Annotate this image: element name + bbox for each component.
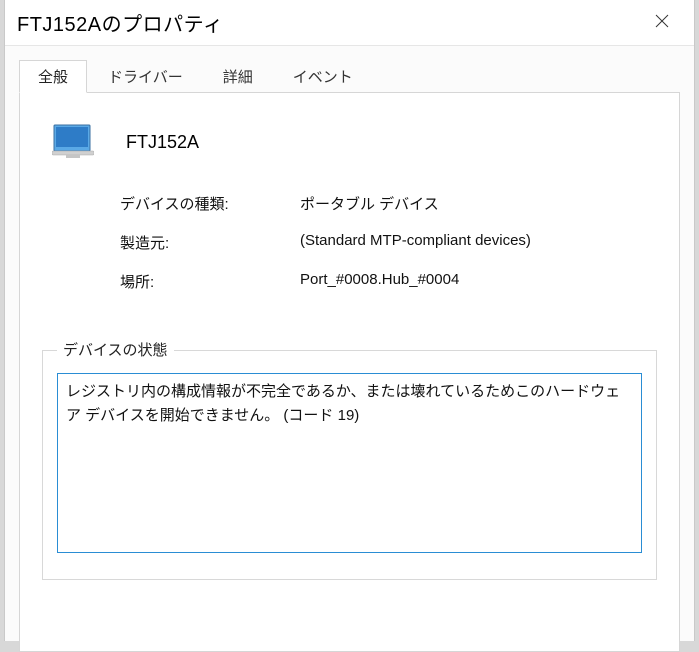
window-title: FTJ152Aのプロパティ (17, 8, 642, 37)
info-value-manufacturer: (Standard MTP-compliant devices) (300, 232, 659, 253)
info-row-manufacturer: 製造元: (Standard MTP-compliant devices) (120, 232, 659, 253)
device-info-grid: デバイスの種類: ポータブル デバイス 製造元: (Standard MTP-c… (20, 183, 679, 340)
tab-driver[interactable]: ドライバー (89, 60, 202, 93)
info-value-location: Port_#0008.Hub_#0004 (300, 271, 659, 292)
tab-panel-general: FTJ152A デバイスの種類: ポータブル デバイス 製造元: (Standa… (19, 92, 680, 652)
tab-label: イベント (293, 69, 353, 86)
tab-label: 全般 (38, 69, 68, 86)
tab-general[interactable]: 全般 (19, 60, 87, 93)
tab-strip: 全般 ドライバー 詳細 イベント (19, 60, 680, 92)
info-label-manufacturer: 製造元: (120, 232, 300, 253)
client-area: 全般 ドライバー 詳細 イベント (5, 46, 694, 641)
tab-label: 詳細 (223, 69, 253, 86)
info-label-type: デバイスの種類: (120, 193, 300, 214)
device-status-group: デバイスの状態 (42, 350, 657, 580)
tab-events[interactable]: イベント (274, 60, 372, 93)
info-label-location: 場所: (120, 271, 300, 292)
device-status-legend: デバイスの状態 (57, 339, 174, 360)
device-header: FTJ152A (20, 93, 679, 183)
info-value-type: ポータブル デバイス (300, 193, 659, 214)
device-status-textarea[interactable] (57, 373, 642, 553)
tab-details[interactable]: 詳細 (204, 60, 272, 93)
device-name: FTJ152A (126, 132, 199, 153)
info-row-location: 場所: Port_#0008.Hub_#0004 (120, 271, 659, 292)
titlebar: FTJ152Aのプロパティ (5, 0, 694, 46)
close-icon (655, 12, 669, 33)
properties-dialog: FTJ152Aのプロパティ 全般 ドライバー 詳細 イベント (4, 0, 695, 641)
close-button[interactable] (642, 3, 682, 43)
device-monitor-icon (52, 121, 94, 163)
tab-label: ドライバー (108, 69, 183, 86)
info-row-type: デバイスの種類: ポータブル デバイス (120, 193, 659, 214)
